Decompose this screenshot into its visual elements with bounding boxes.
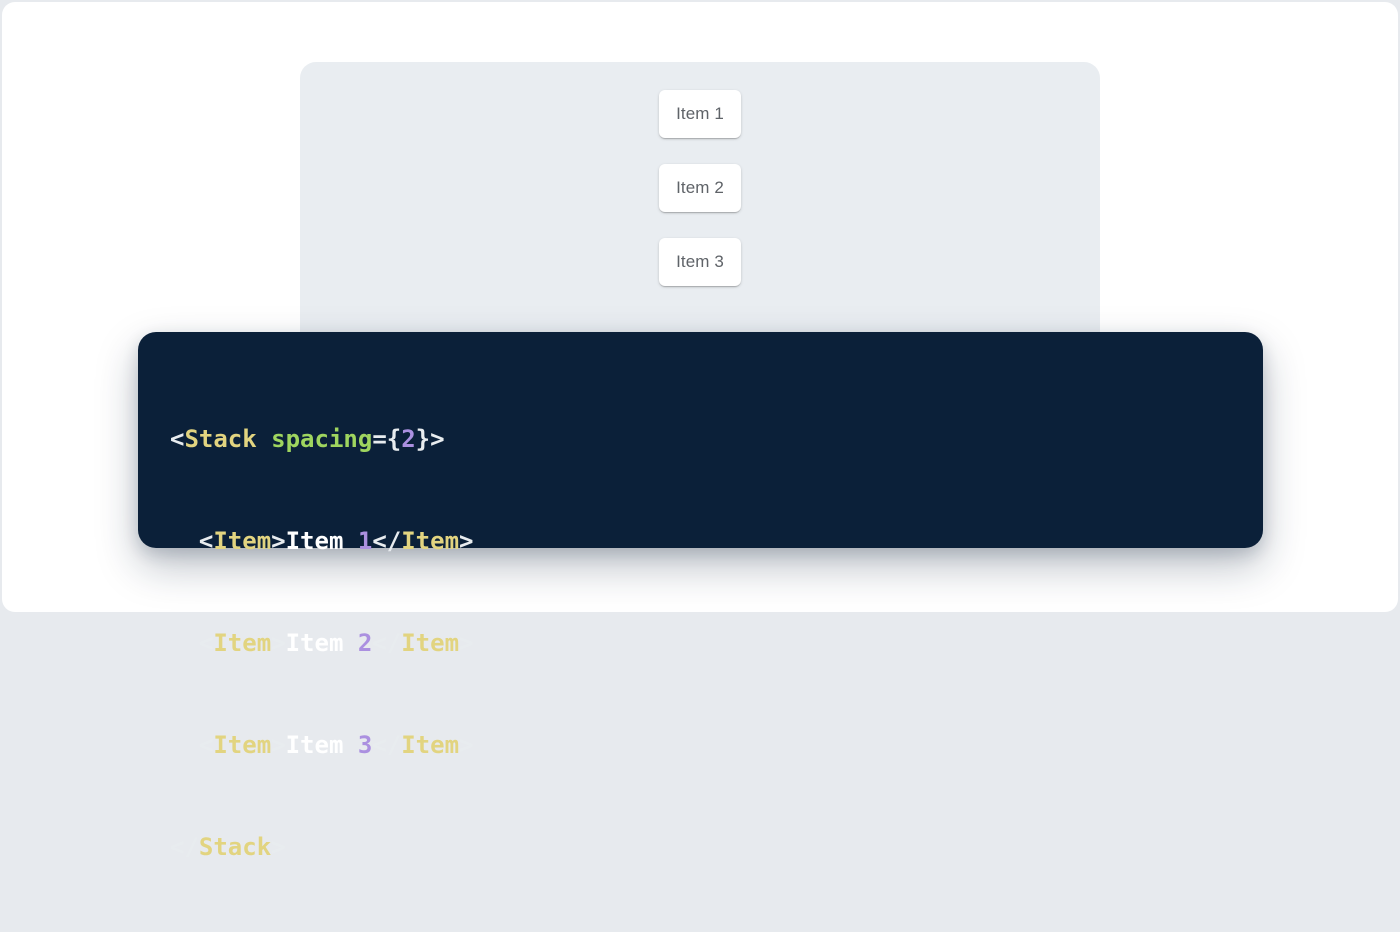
code-token: </ (372, 731, 401, 759)
code-token: </ (372, 527, 401, 555)
code-token (257, 425, 271, 453)
code-token: > (459, 527, 473, 555)
stack-item-3: Item 3 (659, 238, 741, 286)
code-token: < (199, 527, 213, 555)
code-token: > (271, 833, 285, 861)
code-snippet: <Stack spacing={2}> <Item>Item 1</Item> … (170, 354, 1231, 932)
code-token: > (271, 731, 285, 759)
code-token: = (372, 425, 386, 453)
code-token: > (459, 731, 473, 759)
stack-item-2: Item 2 (659, 164, 741, 212)
stack-item-2-label: Item 2 (676, 178, 724, 198)
code-line: </Stack> (170, 830, 1231, 864)
code-line: <Item>Item 2</Item> (170, 626, 1231, 660)
code-token: 2 (358, 629, 372, 657)
code-token (170, 527, 199, 555)
code-token: </ (170, 833, 199, 861)
code-token: Item (286, 731, 358, 759)
code-token: > (459, 629, 473, 657)
code-line: <Item>Item 3</Item> (170, 728, 1231, 762)
code-token: 3 (358, 731, 372, 759)
code-token: > (271, 629, 285, 657)
code-token: Item (286, 629, 358, 657)
stack-item-1: Item 1 (659, 90, 741, 138)
code-token: Item (401, 731, 459, 759)
code-token: Item (286, 527, 358, 555)
code-token: Item (401, 629, 459, 657)
code-token: Stack (199, 833, 271, 861)
code-token: < (199, 629, 213, 657)
code-token: < (170, 425, 184, 453)
code-token (170, 731, 199, 759)
code-token: }> (416, 425, 445, 453)
stack-item-3-label: Item 3 (676, 252, 724, 272)
code-token: Item (213, 527, 271, 555)
code-token: </ (372, 629, 401, 657)
code-token: Item (213, 731, 271, 759)
code-token: > (271, 527, 285, 555)
code-token: Item (401, 527, 459, 555)
code-token: 2 (401, 425, 415, 453)
code-token (170, 629, 199, 657)
code-block: <Stack spacing={2}> <Item>Item 1</Item> … (138, 332, 1263, 548)
stack-demo-panel: Item 1 Item 2 Item 3 (300, 62, 1100, 362)
code-token: < (199, 731, 213, 759)
code-line: <Item>Item 1</Item> (170, 524, 1231, 558)
code-token: Stack (184, 425, 256, 453)
code-token: spacing (271, 425, 372, 453)
code-token: 1 (358, 527, 372, 555)
stack-item-1-label: Item 1 (676, 104, 724, 124)
code-token: Item (213, 629, 271, 657)
code-line: <Stack spacing={2}> (170, 422, 1231, 456)
code-token: { (387, 425, 401, 453)
